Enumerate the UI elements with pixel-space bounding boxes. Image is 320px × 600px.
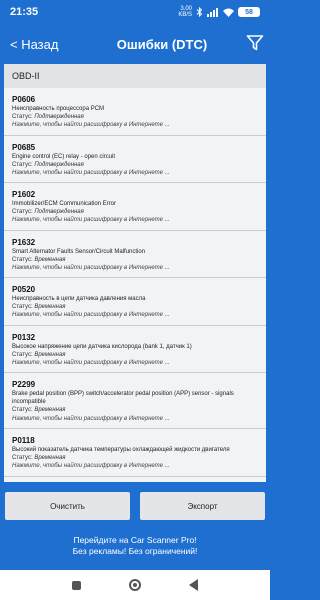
page-title: Ошибки (DTC): [116, 36, 208, 52]
dtc-status-label: Статус:: [12, 114, 35, 121]
promo-line-2: Без рекламы! Без ограничений!: [72, 546, 198, 556]
back-button[interactable]: < Назад: [0, 37, 80, 52]
dtc-code: P0118: [12, 436, 35, 445]
dtc-search-hint: Нажмите, чтобы найти расшифровку в Интер…: [12, 217, 170, 224]
dtc-search-hint: Нажмите, чтобы найти расшифровку в Интер…: [12, 169, 170, 176]
dtc-status-value: Временная: [34, 304, 66, 311]
dtc-item[interactable]: P0118 Высокий показатель датчика температ…: [4, 429, 266, 477]
dtc-status-value: Временная: [34, 407, 66, 414]
clear-button[interactable]: Очистить: [5, 492, 130, 520]
dtc-search-hint: Нажмите, чтобы найти расшифровку в Интер…: [12, 463, 170, 470]
dtc-item[interactable]: P0685 Engine control (EC) relay - open ci…: [4, 136, 266, 183]
dtc-status: Статус: Подтвержденная: [12, 113, 258, 121]
dtc-item[interactable]: P1632 Smart Alternator Faults Sensor/Circ…: [4, 231, 266, 278]
promo-line-1: Перейдите на Car Scanner Pro!: [73, 535, 197, 545]
dtc-search-hint: Нажмите, чтобы найти расшифровку в Интер…: [12, 415, 170, 422]
dtc-description: Brake pedal position (BPP) switch/accele…: [12, 391, 234, 406]
system-nav-bar: [0, 570, 270, 600]
dtc-item[interactable]: P0606 Неисправность процессора PCM Статус:…: [4, 88, 266, 136]
status-bar: 21:35 3.00 KB/S 58: [0, 0, 270, 24]
wifi-icon: [223, 8, 234, 17]
dtc-search-hint: Нажмите, чтобы найти расшифровку в Интер…: [12, 359, 170, 366]
dtc-search-hint: Нажмите, чтобы найти расшифровку в Интер…: [12, 312, 170, 319]
dtc-content: OBD-II P0606 Неисправность процессора PCM…: [4, 64, 266, 482]
dtc-status: Статус: Временная: [12, 406, 258, 414]
bluetooth-icon: [196, 7, 203, 17]
dtc-status-value: Временная: [34, 455, 66, 462]
status-icons: 3.00 KB/S 58: [178, 6, 260, 18]
dtc-status: Статус: Временная: [12, 454, 258, 462]
dtc-description: Immobilizer/ECM Communication Error: [12, 201, 117, 207]
dtc-status: Статус: Подтвержденная: [12, 208, 258, 216]
section-header-obd2: OBD-II: [4, 64, 266, 88]
dtc-search-hint: Нажмите, чтобы найти расшифровку в Интер…: [12, 122, 170, 129]
dtc-description: Engine control (EC) relay - open circuit: [12, 153, 116, 160]
dtc-description: Неисправность процессора PCM: [12, 106, 105, 112]
filter-icon[interactable]: [246, 34, 264, 52]
dtc-status-label: Статус:: [12, 455, 35, 462]
dtc-status-value: Подтвержденная: [34, 114, 84, 121]
dtc-code: P0132: [12, 332, 36, 342]
network-speed-unit: KB/S: [178, 12, 192, 18]
dtc-status: Статус: Временная: [12, 351, 258, 359]
dtc-item[interactable]: P0132 Высокое напряжение цепи датчика кис…: [4, 326, 266, 373]
app-bar: < Назад Ошибки (DTC): [0, 24, 270, 64]
battery-icon: 58: [238, 7, 260, 17]
promo-banner[interactable]: Перейдите на Car Scanner Pro! Без реклам…: [0, 535, 270, 557]
back-nav-icon[interactable]: [189, 579, 198, 591]
dtc-description: Неисправность в цепи датчика давления ма…: [12, 296, 146, 302]
dtc-status-label: Статус:: [12, 407, 35, 414]
dtc-item[interactable]: P0520 Неисправность в цепи датчика давлен…: [4, 278, 266, 326]
home-icon[interactable]: [129, 579, 141, 591]
dtc-code: P0520: [12, 285, 36, 294]
dtc-status-value: Временная: [34, 256, 66, 263]
dtc-code: P0685: [12, 142, 36, 152]
dtc-list: P0606 Неисправность процессора PCM Статус:…: [4, 88, 266, 477]
dtc-status: Статус: Временная: [12, 303, 258, 311]
dtc-status-label: Статус:: [12, 209, 35, 216]
dtc-item[interactable]: P1602 Immobilizer/ECM Communication Error…: [4, 183, 266, 231]
export-button[interactable]: Экспорт: [140, 492, 265, 520]
dtc-status: Статус: Подтвержденная: [12, 161, 258, 169]
dtc-search-hint: Нажмите, чтобы найти расшифровку в Интер…: [12, 264, 170, 271]
dtc-code: P1632: [12, 237, 36, 247]
status-time: 21:35: [10, 6, 39, 18]
dtc-item[interactable]: P2299 Brake pedal position (BPP) switch/a…: [4, 373, 266, 429]
recent-apps-icon[interactable]: [72, 580, 81, 590]
dtc-description: Высокий показатель датчика температуры о…: [12, 447, 230, 453]
dtc-status-value: Подтвержденная: [34, 209, 84, 216]
dtc-description: Smart Alternator Faults Sensor/Circuit M…: [12, 248, 146, 255]
dtc-code: P2299: [12, 380, 36, 389]
dtc-description: Высокое напряжение цепи датчика кислород…: [12, 343, 192, 350]
dtc-status-label: Статус:: [12, 304, 35, 311]
signal-icon: [207, 7, 218, 17]
dtc-code: P0606: [12, 95, 36, 104]
dtc-code: P1602: [12, 190, 36, 199]
dtc-status-value: Подтвержденная: [34, 161, 84, 168]
dtc-status-value: Временная: [34, 351, 66, 358]
dtc-status: Статус: Временная: [12, 256, 258, 264]
dtc-status-label: Статус:: [12, 351, 35, 358]
dtc-status-label: Статус:: [12, 256, 35, 263]
dtc-status-label: Статус:: [12, 161, 35, 168]
network-speed: 3.00 KB/S: [178, 6, 192, 18]
